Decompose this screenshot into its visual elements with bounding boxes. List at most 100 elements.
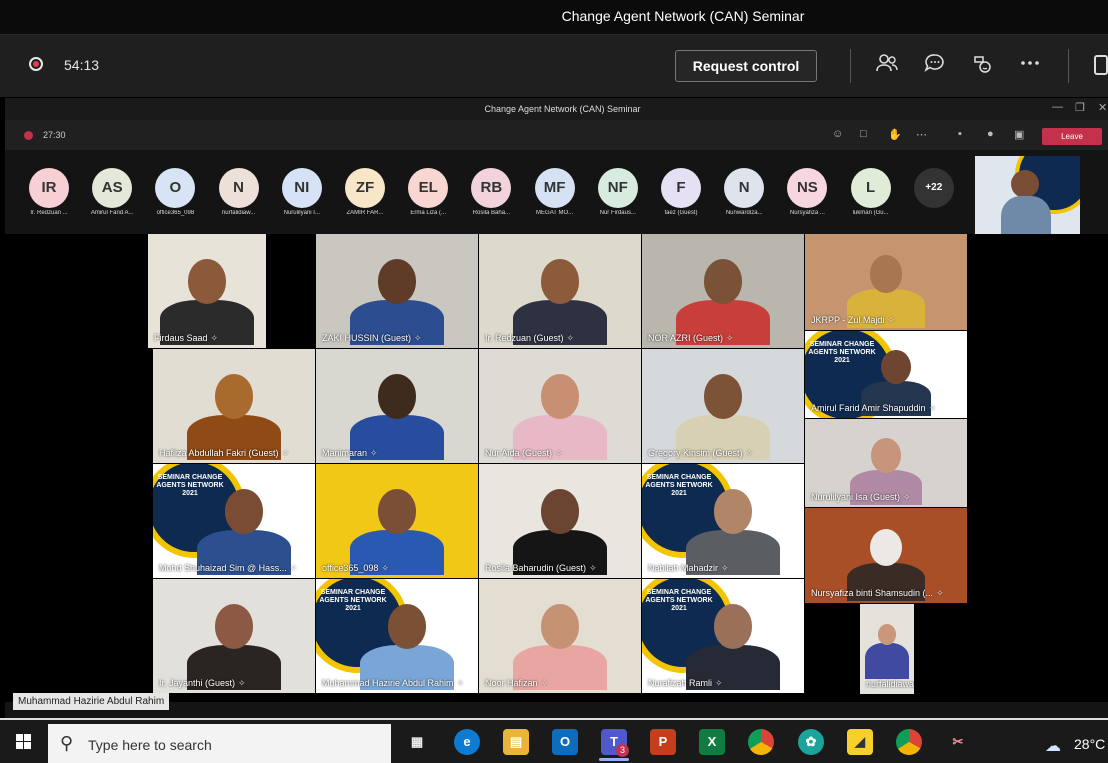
participant-video-tile[interactable]: Manimaran ✧	[316, 349, 478, 463]
participant-name-label: Ir. Jayanthi (Guest) ✧	[159, 678, 246, 689]
participant-name: Nurulilyani Isa (Guest)	[811, 492, 901, 502]
video-grid: Firdaus Saad ✧ ZAKI HUSSIN (Guest) ✧ Ir. Red…	[5, 234, 1108, 702]
participant-avatar[interactable]: Nnurfalidiaw...	[209, 168, 269, 216]
participant-video-tile[interactable]: SEMINAR CHANGE AGENTS NETWORK 2021 Muhamm…	[316, 579, 478, 693]
participant-head	[387, 604, 427, 649]
participant-video-tile[interactable]: Hafliza Abdullah Fakri (Guest) ✧	[153, 349, 315, 463]
share-tray-icon[interactable]: ▣	[1014, 128, 1024, 141]
people-icon[interactable]: ☺	[832, 128, 843, 140]
participant-avatar[interactable]: N Nunwardiza...	[714, 168, 774, 216]
powerpoint-icon[interactable]: P	[650, 729, 676, 755]
participant-video-tile[interactable]: Ir. Redzuan (Guest) ✧	[479, 234, 641, 348]
share-icon[interactable]	[1094, 55, 1108, 75]
participant-name: Ir. Jayanthi (Guest)	[159, 678, 236, 688]
meeting-timer: 54:13	[64, 57, 100, 73]
search-icon: ⚲	[60, 733, 74, 753]
participant-video-tile[interactable]: office365_098 ✧	[316, 464, 478, 578]
participant-video-tile[interactable]: JKRPP - Zul Majdi ✧	[805, 234, 967, 330]
participant-head	[869, 255, 903, 293]
participant-video-tile[interactable]: Nursyafiza binti Shamsudin (... ✧	[805, 508, 967, 603]
people-icon[interactable]	[875, 53, 899, 79]
chat-icon[interactable]	[923, 53, 947, 79]
participant-avatar[interactable]: MF MEGAT MO...	[525, 168, 585, 216]
participant-video-tile[interactable]: Nur Aida (Guest) ✧	[479, 349, 641, 463]
participant-video-tile[interactable]: NOR AZRI (Guest) ✧	[642, 234, 804, 348]
participant-video-tile[interactable]: SEMINAR CHANGE AGENTS NETWORK 2021 Nurafi…	[642, 579, 804, 693]
participant-avatar[interactable]: IR Ir. Redzuan ...	[19, 168, 79, 216]
windows-start-icon[interactable]	[16, 734, 32, 750]
copilot-icon[interactable]	[970, 53, 994, 81]
participant-name-label: nurfalidiawati✧	[866, 679, 914, 690]
participant-avatar[interactable]: RB Rosila Baha...	[461, 168, 521, 216]
mic-muted-icon: ✧	[555, 448, 563, 458]
participant-video-tile[interactable]: Rosila Baharudin (Guest) ✧	[479, 464, 641, 578]
more-icon[interactable]	[1018, 53, 1042, 79]
app-icon[interactable]: ✿	[798, 729, 824, 755]
avatar-initials: RB	[471, 168, 512, 208]
shared-window-title: Change Agent Network (CAN) Seminar	[484, 104, 641, 114]
camera-icon[interactable]: ▪	[958, 128, 962, 140]
outlook-icon[interactable]: O	[552, 729, 578, 755]
participant-video-tile[interactable]: Ir. Jayanthi (Guest) ✧	[153, 579, 315, 693]
edge-icon[interactable]: e	[454, 729, 480, 755]
participant-avatar[interactable]: NF Nur Firdaus...	[588, 168, 648, 216]
mic-muted-icon: ✧	[589, 563, 597, 573]
avatar-initials: N	[724, 168, 765, 208]
mic-icon[interactable]: ●	[987, 128, 994, 140]
participant-video-tile[interactable]: Firdaus Saad ✧	[148, 234, 266, 348]
participant-avatar[interactable]: NS Nursyafiza ...	[777, 168, 837, 216]
minimize-icon[interactable]: —	[1052, 101, 1063, 113]
mic-muted-icon: ✧	[238, 678, 246, 688]
avatar-name: Nunwardiza...	[725, 210, 763, 216]
participant-avatar[interactable]: NI Nurulilyani I...	[272, 168, 332, 216]
chat-icon[interactable]: □	[860, 128, 867, 140]
participant-video-tile[interactable]: SEMINAR CHANGE AGENTS NETWORK 2021 Amirul…	[805, 331, 967, 418]
participant-video-tile[interactable]: SEMINAR CHANGE AGENTS NETWORK 2021 Mohd S…	[153, 464, 315, 578]
participant-head	[377, 374, 417, 419]
task-view-icon[interactable]: ▦	[404, 729, 430, 755]
participant-video-tile[interactable]: Nurulilyani Isa (Guest) ✧	[805, 419, 967, 507]
participant-name: nurfalidiawati	[866, 679, 914, 689]
participant-video-tile[interactable]: ZAKI HUSSIN (Guest) ✧	[316, 234, 478, 348]
sticky-notes-icon[interactable]: ◢	[847, 729, 873, 755]
mic-muted-icon: ✧	[887, 315, 895, 325]
close-icon[interactable]: ✕	[1098, 101, 1107, 114]
participant-video-tile[interactable]: Gregory Kinsim (Guest) ✧	[642, 349, 804, 463]
maximize-icon[interactable]: ❐	[1075, 101, 1085, 114]
participant-video-tile[interactable]: nurfalidiawati✧	[860, 604, 914, 694]
snip-icon[interactable]: ✂	[945, 729, 971, 755]
recording-icon	[29, 57, 43, 71]
participant-video-tile[interactable]: SEMINAR CHANGE AGENTS NETWORK 2021 Nabila…	[642, 464, 804, 578]
participant-avatar[interactable]: EL Erma Liza (...	[398, 168, 458, 216]
search-placeholder: Type here to search	[88, 737, 212, 753]
participant-avatar[interactable]: AS Amirul Farid A...	[82, 168, 142, 216]
participant-avatar[interactable]: +22	[904, 168, 964, 210]
avatar-name: MEGAT MO...	[536, 210, 574, 216]
participant-name: Ir. Redzuan (Guest)	[485, 333, 564, 343]
meeting-control-bar: 54:13 Request control	[0, 34, 1108, 97]
chrome-icon[interactable]	[748, 729, 774, 755]
participant-avatar[interactable]: Ffaez (Guest)	[651, 168, 711, 216]
request-control-button[interactable]: Request control	[675, 50, 817, 82]
reactions-icon[interactable]: ✋	[888, 128, 902, 141]
file-explorer-icon[interactable]: ▤	[503, 729, 529, 755]
participant-name-label: NOR AZRI (Guest) ✧	[648, 333, 734, 344]
participant-avatar[interactable]: ZF ZAMIR FAR...	[335, 168, 395, 216]
excel-icon[interactable]: X	[699, 729, 725, 755]
seminar-logo-text: SEMINAR CHANGE AGENTS NETWORK 2021	[808, 341, 876, 364]
participant-name: office365_098	[322, 563, 379, 573]
participant-avatar[interactable]: Ooffice365_098	[145, 168, 205, 216]
mic-muted-icon: ✧	[726, 333, 734, 343]
more-icon[interactable]: ⋯	[916, 128, 927, 141]
participant-video-tile[interactable]: Noor Hafizan ✧	[479, 579, 641, 693]
participant-head	[214, 604, 254, 649]
chrome-profile-icon[interactable]	[896, 729, 922, 755]
taskbar-search-box[interactable]: ⚲ Type here to search	[48, 724, 391, 763]
title-bar: Change Agent Network (CAN) Seminar	[0, 0, 1108, 34]
avatar-initials: EL	[408, 168, 449, 208]
participant-head	[224, 489, 264, 534]
mic-muted-icon: ✧	[414, 333, 422, 343]
participant-avatar[interactable]: Llukman (Gu...	[841, 168, 901, 216]
leave-button[interactable]: Leave	[1042, 128, 1102, 145]
participant-head	[703, 259, 743, 304]
